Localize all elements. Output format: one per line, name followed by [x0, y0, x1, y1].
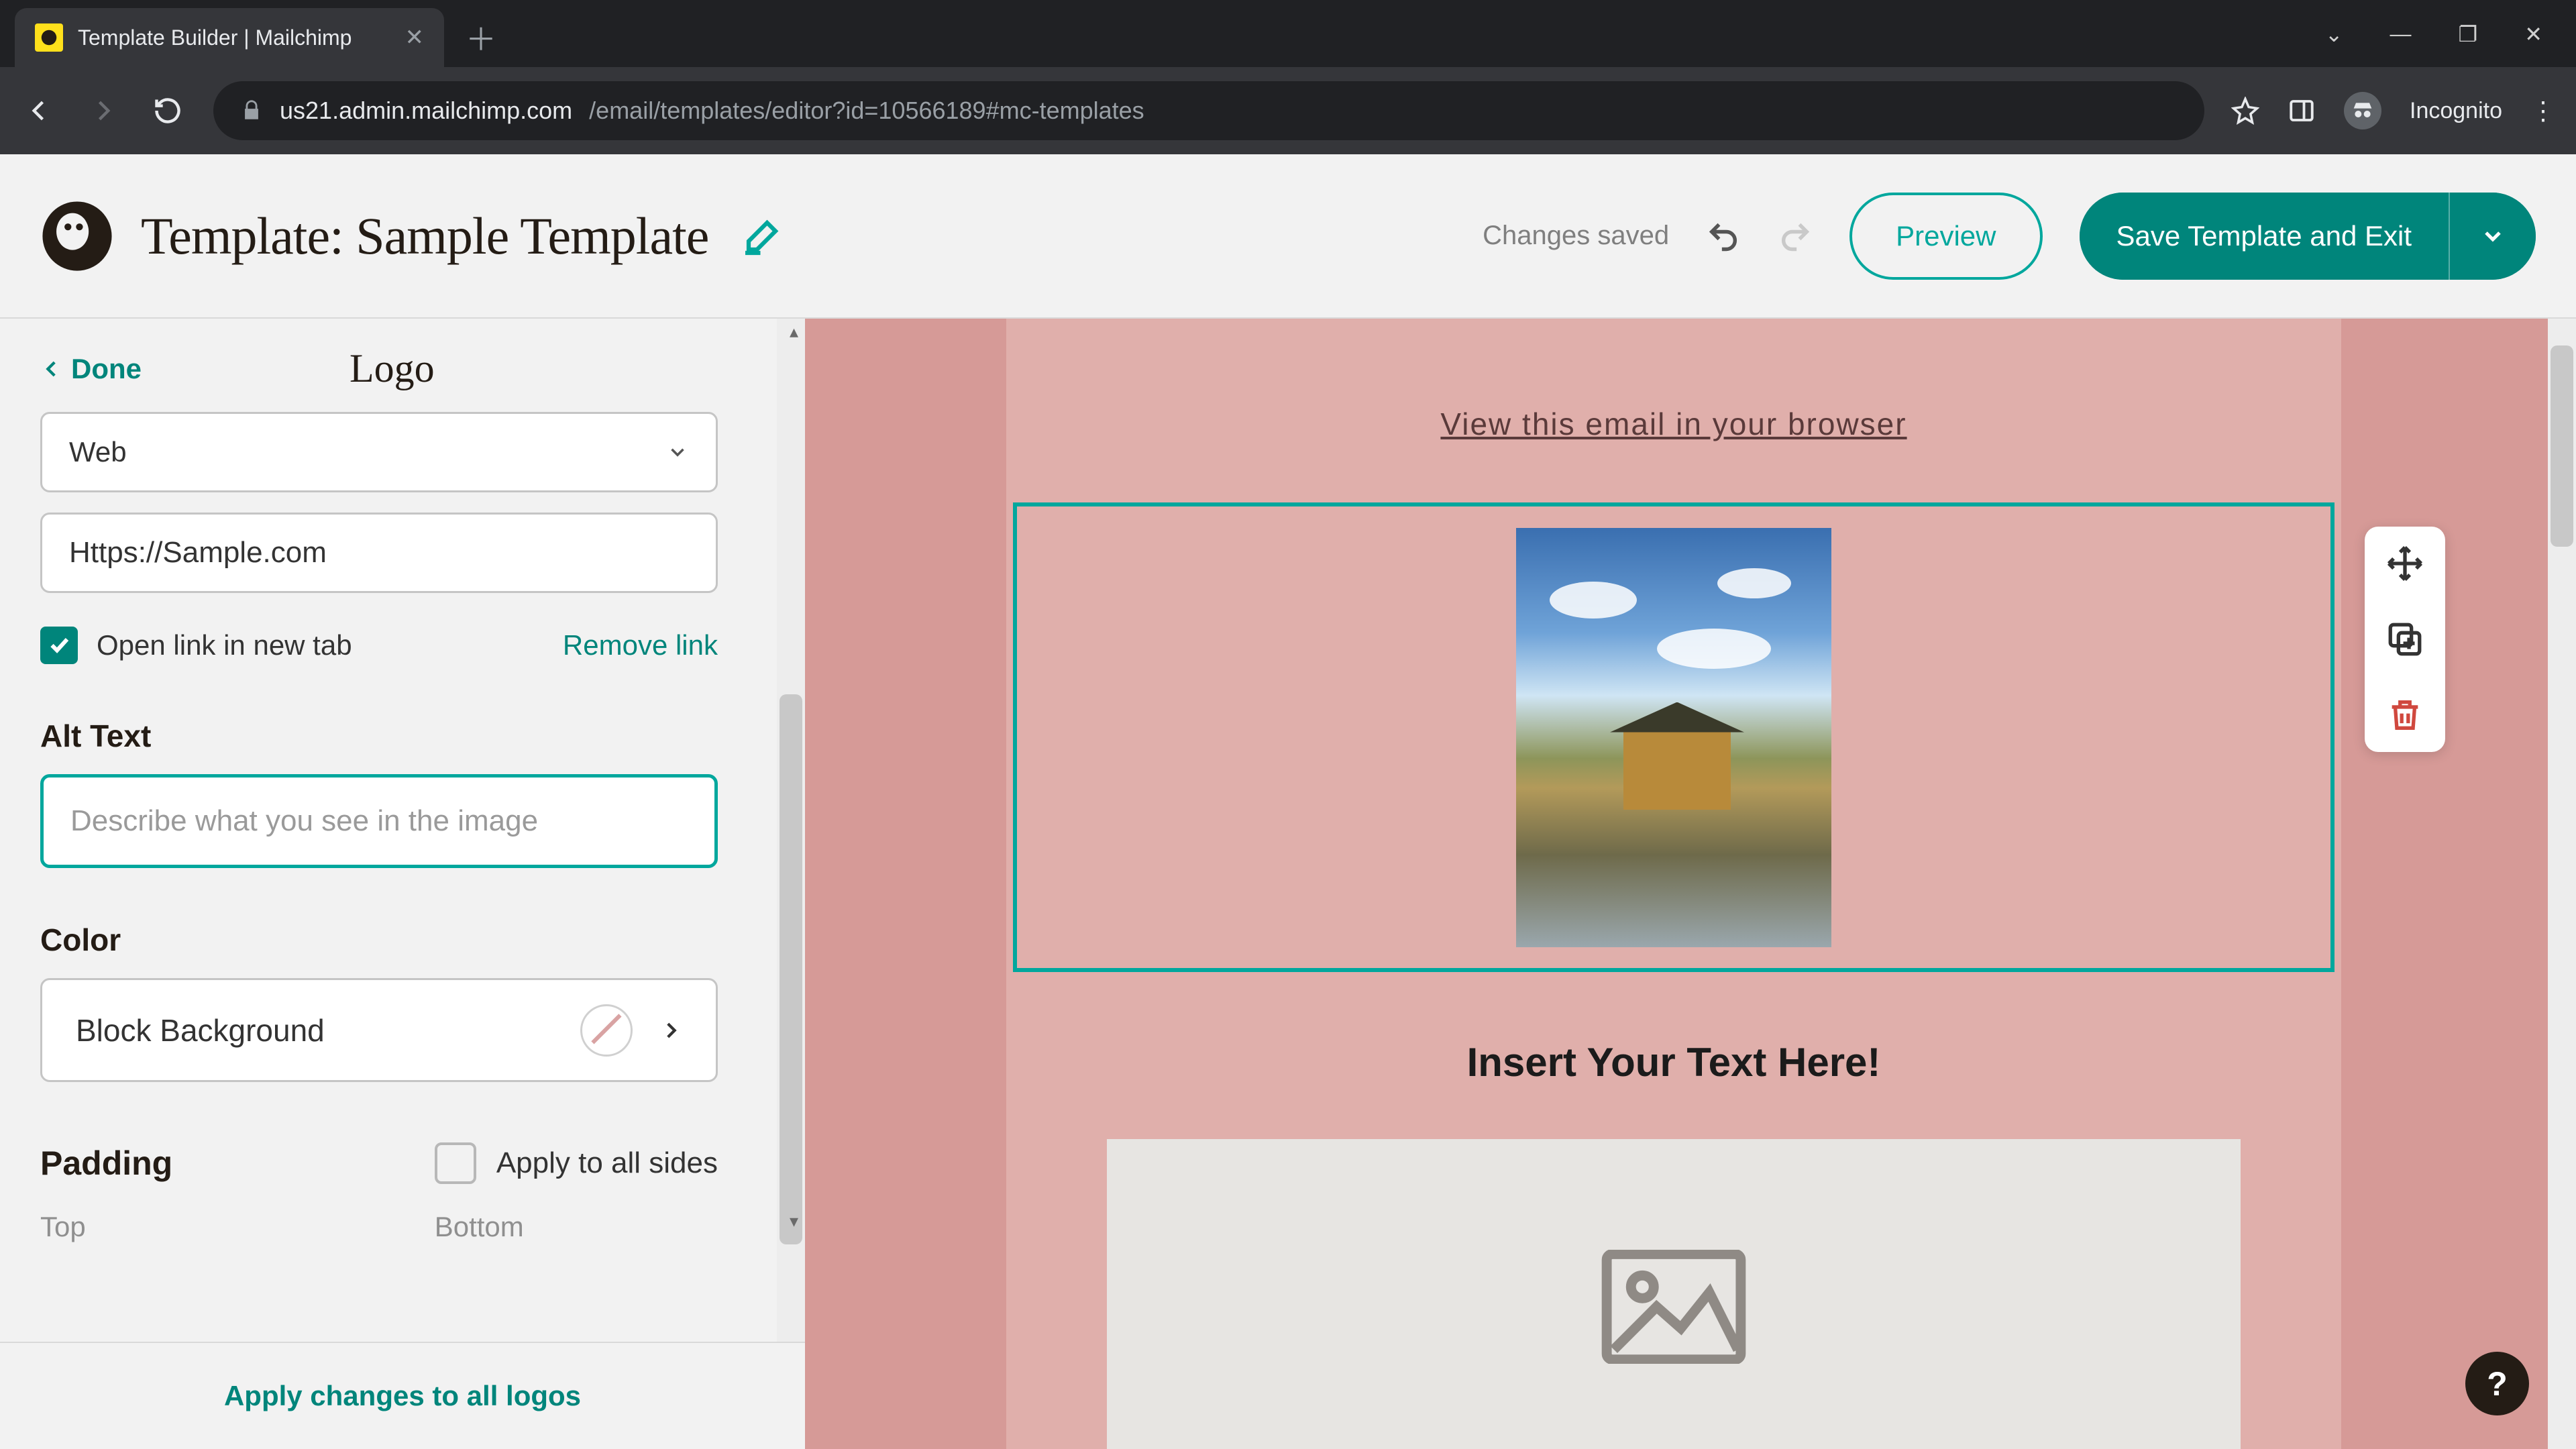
browser-tab-active[interactable]: Template Builder | Mailchimp ✕	[15, 8, 444, 67]
delete-block-button[interactable]	[2385, 696, 2424, 735]
canvas-scrollbar-track[interactable]	[2548, 319, 2576, 1449]
color-swatch-none-icon	[580, 1004, 633, 1057]
color-row-label: Block Background	[76, 1012, 325, 1049]
email-body: View this email in your browser Insert Y…	[1006, 319, 2341, 1449]
alt-text-input-wrapper	[40, 774, 718, 868]
sidebar-panel: ▴ ▾ Done Logo Web Https	[0, 319, 805, 1449]
window-maximize-icon[interactable]: ❐	[2459, 21, 2478, 47]
tab-close-icon[interactable]: ✕	[405, 24, 425, 51]
color-section-label: Color	[40, 922, 765, 958]
url-field[interactable]: us21.admin.mailchimp.com/email/templates…	[213, 81, 2204, 140]
favicon-mailchimp	[35, 23, 63, 52]
block-background-color-row[interactable]: Block Background	[40, 978, 718, 1082]
link-type-select[interactable]: Web	[40, 412, 718, 492]
url-host: us21.admin.mailchimp.com	[280, 97, 572, 125]
tab-overflow-icon[interactable]: ⌄	[2325, 21, 2343, 47]
nav-back-button[interactable]	[20, 92, 58, 129]
incognito-label: Incognito	[2410, 98, 2502, 124]
canvas-scrollbar-thumb[interactable]	[2551, 345, 2573, 547]
incognito-avatar-icon[interactable]	[2344, 92, 2381, 129]
preview-button[interactable]: Preview	[1849, 193, 2042, 280]
undo-button[interactable]	[1706, 219, 1741, 254]
cloud-icon	[1657, 629, 1771, 669]
open-new-tab-checkbox[interactable]	[40, 627, 78, 664]
padding-section-label: Padding	[40, 1144, 172, 1183]
lock-icon	[240, 99, 263, 122]
browser-address-bar: us21.admin.mailchimp.com/email/templates…	[0, 67, 2576, 154]
bookmark-star-icon[interactable]	[2231, 97, 2259, 125]
save-split-button: Save Template and Exit	[2080, 193, 2536, 280]
window-close-icon[interactable]: ✕	[2524, 21, 2542, 47]
move-block-button[interactable]	[2385, 544, 2424, 583]
cloud-icon	[1717, 568, 1791, 598]
save-dropdown-button[interactable]	[2449, 193, 2536, 280]
block-toolbar	[2365, 527, 2445, 752]
duplicate-block-button[interactable]	[2385, 620, 2424, 659]
view-in-browser-link[interactable]: View this email in your browser	[1006, 406, 2341, 442]
app-body: ▴ ▾ Done Logo Web Https	[0, 319, 2576, 1449]
link-url-input[interactable]: Https://Sample.com	[40, 513, 718, 593]
image-placeholder-icon	[1600, 1250, 1748, 1364]
panel-icon[interactable]	[2288, 97, 2316, 125]
tab-title: Template Builder | Mailchimp	[78, 25, 352, 50]
help-button[interactable]: ?	[2465, 1352, 2529, 1415]
padding-bottom-label: Bottom	[435, 1211, 524, 1243]
apply-all-sides-label: Apply to all sides	[496, 1146, 718, 1180]
image-placeholder-block[interactable]	[1107, 1139, 2241, 1449]
sidebar-footer: Apply changes to all logos	[0, 1342, 805, 1449]
logo-image[interactable]	[1516, 528, 1831, 947]
link-type-value: Web	[69, 436, 127, 468]
url-path: /email/templates/editor?id=10566189#mc-t…	[589, 97, 1144, 125]
window-controls: ⌄ ― ❐ ✕	[2325, 21, 2576, 67]
remove-link-button[interactable]: Remove link	[563, 629, 718, 661]
sidebar-scrollbar-thumb[interactable]	[780, 694, 802, 1244]
alt-text-label: Alt Text	[40, 718, 765, 754]
app-root: Template: Sample Template Changes saved …	[0, 154, 2576, 1449]
done-label: Done	[71, 353, 142, 385]
building-icon	[1623, 729, 1731, 810]
sidebar-scrollbar-track[interactable]: ▴ ▾	[777, 319, 805, 1342]
scroll-down-icon[interactable]: ▾	[790, 1211, 798, 1232]
open-new-tab-label: Open link in new tab	[97, 629, 352, 661]
chevron-right-icon	[659, 1019, 682, 1042]
browser-tab-strip: Template Builder | Mailchimp ✕ ＋ ⌄ ― ❐ ✕	[0, 0, 2576, 67]
logo-block-selected[interactable]	[1013, 502, 2334, 972]
done-button[interactable]: Done	[40, 353, 142, 385]
page-title: Template: Sample Template	[141, 206, 708, 266]
save-status: Changes saved	[1483, 221, 1669, 251]
link-url-value: Https://Sample.com	[69, 536, 327, 570]
new-tab-button[interactable]: ＋	[458, 14, 504, 61]
app-header: Template: Sample Template Changes saved …	[0, 154, 2576, 319]
chevron-down-icon	[666, 441, 689, 464]
nav-forward-button[interactable]	[85, 92, 122, 129]
redo-button[interactable]	[1778, 219, 1813, 254]
heading-block[interactable]: Insert Your Text Here!	[1006, 1039, 2341, 1085]
sidebar-title: Logo	[350, 345, 435, 392]
scroll-up-icon[interactable]: ▴	[790, 321, 798, 342]
canvas[interactable]: View this email in your browser Insert Y…	[805, 319, 2576, 1449]
edit-title-icon[interactable]	[742, 216, 782, 256]
browser-menu-icon[interactable]: ⋮	[2530, 96, 2556, 126]
padding-top-label: Top	[40, 1211, 86, 1243]
apply-all-sides-checkbox[interactable]	[435, 1142, 476, 1184]
nav-reload-button[interactable]	[149, 92, 186, 129]
alt-text-input[interactable]	[70, 804, 688, 838]
mailchimp-logo-icon[interactable]	[40, 199, 114, 273]
cloud-icon	[1550, 582, 1637, 619]
apply-all-logos-button[interactable]: Apply changes to all logos	[224, 1380, 581, 1412]
save-template-button[interactable]: Save Template and Exit	[2080, 193, 2449, 280]
window-minimize-icon[interactable]: ―	[2390, 21, 2412, 47]
